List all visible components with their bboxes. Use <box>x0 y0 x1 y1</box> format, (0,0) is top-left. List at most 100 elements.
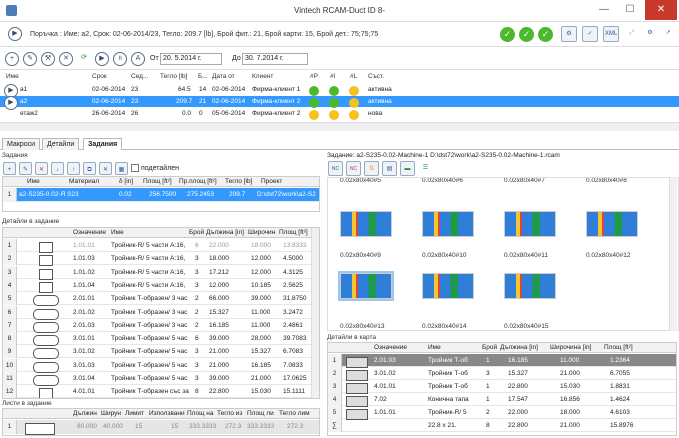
table-row[interactable]: 8 3.01.01 Тройник Т-образен/ 5 час 6 39.000 2… <box>3 332 319 347</box>
col-header[interactable]: Дължина [in] <box>206 229 244 236</box>
delete-task-icon[interactable]: ✕ <box>35 161 48 175</box>
expand-icon[interactable]: ⤢ <box>624 26 640 42</box>
pause-icon[interactable]: ॥ <box>113 52 127 66</box>
col-header[interactable]: Име <box>6 73 19 80</box>
col-header[interactable]: Площ [ft²] <box>143 178 172 185</box>
table-row[interactable]: 12 4.01.01 Тройник Т-образен със за 8 22.800… <box>3 385 319 398</box>
refresh-icon[interactable]: ⟳ <box>77 52 91 66</box>
col-header[interactable]: Име <box>428 344 441 351</box>
col-header[interactable]: Площ ли <box>247 410 274 417</box>
nesting-card-thumbnail[interactable] <box>586 211 638 237</box>
table-row[interactable]: 5 2.01.01 Тройник Т-образен/ 3 час 2 66.000 3… <box>3 292 319 307</box>
archive-icon[interactable]: A <box>131 52 145 66</box>
table-row[interactable]: 1 2.01.03 Тройник Т-об 1 16.185 11.000 1.2364 <box>328 354 676 368</box>
close-button[interactable]: ✕ <box>645 0 677 20</box>
col-header[interactable]: Площ [ft²] <box>604 344 633 351</box>
col-header[interactable]: Име <box>27 178 40 185</box>
table-row[interactable]: 2 1.01.03 Тройник-R/ 5 части А:16, 3 18.000 1… <box>3 252 319 267</box>
maximize-button[interactable]: ☐ <box>617 0 643 20</box>
col-header[interactable]: Използвани <box>149 410 185 417</box>
view-grid-icon[interactable]: ☰ <box>418 161 433 176</box>
horizontal-scrollbar[interactable] <box>0 122 679 131</box>
add-icon[interactable]: + <box>5 52 19 66</box>
col-header[interactable]: Тегло [lb] <box>160 73 187 80</box>
nesting-card-thumbnail[interactable] <box>504 273 556 299</box>
col-header[interactable]: Площ на <box>187 410 214 417</box>
col-header[interactable]: Тегло лим <box>279 410 310 417</box>
col-header[interactable]: Лимит <box>125 410 144 417</box>
view-list-icon[interactable]: ▬ <box>400 160 415 176</box>
run-icon[interactable]: ▶ <box>95 52 109 66</box>
nesting-card-thumbnail[interactable] <box>422 273 474 299</box>
close-task-icon[interactable]: ✕ <box>99 161 112 175</box>
export-icon[interactable]: ↑ <box>67 161 80 175</box>
col-header[interactable]: Означение <box>374 344 407 351</box>
export-icon[interactable]: ↗ <box>660 26 676 42</box>
nesting-card-thumbnail[interactable] <box>338 271 394 301</box>
col-header[interactable]: Срок <box>92 73 107 80</box>
table-row[interactable]: 4 7.02 Конична тапа 1 17.547 16.856 1.4624 <box>328 393 676 407</box>
copy-icon[interactable]: ⧉ <box>83 161 96 175</box>
vertical-scrollbar[interactable] <box>669 177 677 331</box>
table-row[interactable]: 3 4.01.01 Тройник Т-об 1 22.800 15.030 1.8831 <box>328 380 676 394</box>
col-header[interactable]: Означение <box>73 229 106 236</box>
col-header[interactable]: Брой <box>189 229 204 236</box>
edit-icon[interactable]: ✎ <box>23 52 37 66</box>
edit-task-icon[interactable]: ✎ <box>19 161 32 175</box>
col-header[interactable]: Тегло из <box>217 410 242 417</box>
tab-macros[interactable]: Макроси <box>2 138 41 150</box>
col-header[interactable]: Съст. <box>368 73 384 80</box>
col-header[interactable]: #P <box>310 73 318 80</box>
col-header[interactable]: Материал <box>69 178 99 185</box>
col-header[interactable]: Дата от <box>212 73 235 80</box>
nesting-card-thumbnail[interactable] <box>422 211 474 237</box>
xml-icon[interactable]: XML <box>603 26 619 42</box>
vertical-scrollbar[interactable] <box>311 228 319 398</box>
table-row[interactable]: 10 3.01.03 Тройник Т-образен/ 5 час 3 21.000… <box>3 358 319 373</box>
col-header[interactable]: Пр.площ [ft²] <box>179 178 217 185</box>
check-icon[interactable]: ✓ <box>582 26 598 42</box>
col-header[interactable]: Б... <box>198 73 208 80</box>
table-row[interactable]: 1 80.000 40.000 15 15 333.3333 272.3 333… <box>3 420 319 435</box>
settings-icon[interactable]: ⚙ <box>642 26 658 42</box>
from-date-input[interactable]: 20. 5.2014 г. <box>160 53 222 65</box>
col-header[interactable]: Дължин <box>73 410 97 417</box>
col-header[interactable]: #I <box>330 73 335 80</box>
nest-icon[interactable]: ▦ <box>115 161 128 175</box>
table-row[interactable]: ▶ а1 02-06-2014 23 64.5 14 02-06-2014 Фи… <box>0 84 679 98</box>
report-icon[interactable]: ▤ <box>382 160 397 176</box>
col-header[interactable]: Ширун <box>101 410 121 417</box>
col-header[interactable]: Сед... <box>131 73 148 80</box>
table-row[interactable]: 2 3.01.02 Тройник Т-об 3 15.327 21.000 6.7055 <box>328 367 676 381</box>
detailed-checkbox[interactable] <box>131 164 139 172</box>
col-header[interactable]: Широчина [in] <box>550 344 591 351</box>
new-task-icon[interactable]: + <box>3 161 16 175</box>
nc-icon[interactable]: NC <box>328 160 343 176</box>
col-header[interactable]: Широчин <box>248 229 275 236</box>
table-row[interactable]: етаж2 26-06-2014 26 0.0 0 05-06-2014 Фир… <box>0 108 679 120</box>
col-header[interactable]: Дължина [in] <box>500 344 538 351</box>
tab-tasks[interactable]: Задания <box>83 138 123 150</box>
nesting-card-thumbnail[interactable] <box>340 211 392 237</box>
table-row[interactable]: 4 1.01.04 Тройник-R/ 5 части А:16, 3 12.000 1… <box>3 278 319 293</box>
col-header[interactable]: Проект <box>261 178 282 185</box>
col-header[interactable]: Площ [ft²] <box>279 229 308 236</box>
table-row[interactable]: 6 2.01.02 Тройник Т-образен/ 3 час 2 15.327 1… <box>3 305 319 320</box>
col-header[interactable]: #L <box>350 73 357 80</box>
table-row[interactable]: 1 а2-S235-0.02-Я S235 0.02 256.7500 275.… <box>3 188 319 202</box>
sort-icon[interactable]: ⇅ <box>364 160 379 176</box>
minimize-button[interactable]: — <box>591 0 617 20</box>
table-row[interactable]: 1 1.01.01 Тройник-R/ 5 части А:16, 6 22.000 1… <box>3 239 319 253</box>
col-header[interactable]: Тегло [lb] <box>225 178 252 185</box>
to-date-input[interactable]: 30. 7.2014 г. <box>242 53 308 65</box>
play-icon[interactable]: ▶ <box>8 27 22 41</box>
nesting-card-thumbnail[interactable] <box>504 211 556 237</box>
table-row[interactable]: 3 1.01.02 Тройник-R/ 5 части А:16, 3 17.212 1… <box>3 265 319 280</box>
table-row[interactable]: 5 1.01.01 Тройник-R/ 5 2 22.000 18.000 4.6103 <box>328 406 676 420</box>
table-row[interactable]: ▶ а2 02-06-2014 23 209.7 21 02-06-2014 Ф… <box>0 96 679 110</box>
col-header[interactable]: δ [in] <box>119 178 133 185</box>
col-header[interactable]: Брой <box>482 344 497 351</box>
col-header[interactable]: Клиент <box>252 73 273 80</box>
col-header[interactable]: Име <box>111 229 124 236</box>
nc-export-icon[interactable]: NC <box>346 160 361 176</box>
